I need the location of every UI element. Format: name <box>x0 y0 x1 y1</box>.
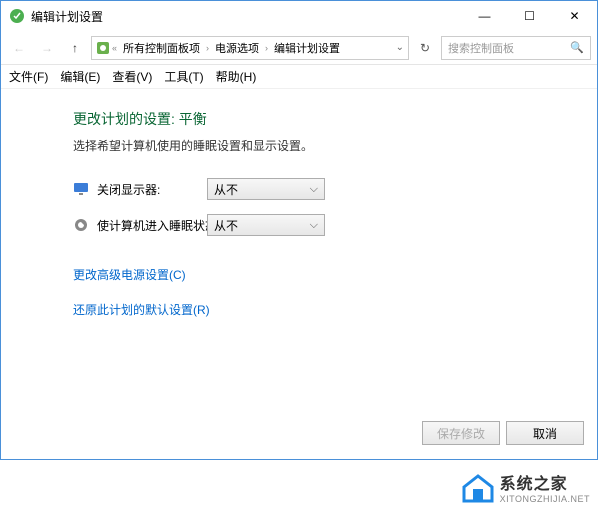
row-sleep: 使计算机进入睡眠状态: 从不 <box>73 214 597 236</box>
monitor-icon <box>73 181 89 197</box>
link-advanced-settings[interactable]: 更改高级电源设置(C) <box>73 266 597 283</box>
refresh-button[interactable]: ↻ <box>413 36 437 60</box>
sleep-select[interactable]: 从不 <box>207 214 325 236</box>
close-button[interactable]: ✕ <box>552 1 597 31</box>
menu-tools[interactable]: 工具(T) <box>164 68 203 85</box>
back-button[interactable]: ← <box>7 36 31 60</box>
menu-view[interactable]: 查看(V) <box>112 68 152 85</box>
search-input[interactable]: 搜索控制面板 🔍 <box>441 36 591 60</box>
watermark-name: 系统之家 <box>500 470 590 494</box>
menubar: 文件(F) 编辑(E) 查看(V) 工具(T) 帮助(H) <box>1 65 597 89</box>
watermark: 系统之家 XITONGZHIJIA.NET <box>460 469 590 505</box>
window-title: 编辑计划设置 <box>31 8 462 25</box>
chevron-right-icon: › <box>265 43 268 53</box>
watermark-icon <box>460 469 496 505</box>
row-display-off: 关闭显示器: 从不 <box>73 178 597 200</box>
button-row: 保存修改 取消 <box>422 421 584 445</box>
display-off-select[interactable]: 从不 <box>207 178 325 200</box>
chevron-right-icon: « <box>112 43 117 53</box>
content: 更改计划的设置: 平衡 选择希望计算机使用的睡眠设置和显示设置。 关闭显示器: … <box>1 89 597 318</box>
chevron-right-icon: › <box>206 43 209 53</box>
watermark-url: XITONGZHIJIA.NET <box>500 494 590 504</box>
save-button[interactable]: 保存修改 <box>422 421 500 445</box>
chevron-down-icon[interactable]: ⌄ <box>396 42 404 53</box>
navbar: ← → ↑ « 所有控制面板项 › 电源选项 › 编辑计划设置 ⌄ ↻ 搜索控制… <box>1 31 597 65</box>
search-icon: 🔍 <box>570 41 584 54</box>
up-button[interactable]: ↑ <box>63 36 87 60</box>
cancel-button[interactable]: 取消 <box>506 421 584 445</box>
sleep-icon <box>73 217 89 233</box>
display-off-label: 关闭显示器: <box>97 181 207 198</box>
search-placeholder: 搜索控制面板 <box>448 40 514 56</box>
link-restore-defaults[interactable]: 还原此计划的默认设置(R) <box>73 301 597 318</box>
forward-button[interactable]: → <box>35 36 59 60</box>
maximize-button[interactable]: ☐ <box>507 1 552 31</box>
breadcrumb-item[interactable]: 编辑计划设置 <box>270 40 344 56</box>
menu-edit[interactable]: 编辑(E) <box>60 68 100 85</box>
control-panel-icon <box>96 41 110 55</box>
page-subtext: 选择希望计算机使用的睡眠设置和显示设置。 <box>73 137 597 154</box>
page-heading: 更改计划的设置: 平衡 <box>73 109 597 129</box>
menu-file[interactable]: 文件(F) <box>9 68 48 85</box>
minimize-button[interactable]: — <box>462 1 507 31</box>
app-icon <box>9 8 25 24</box>
breadcrumb-item[interactable]: 所有控制面板项 <box>119 40 204 56</box>
breadcrumb[interactable]: « 所有控制面板项 › 电源选项 › 编辑计划设置 ⌄ <box>91 36 409 60</box>
menu-help[interactable]: 帮助(H) <box>216 68 257 85</box>
titlebar: 编辑计划设置 — ☐ ✕ <box>1 1 597 31</box>
breadcrumb-item[interactable]: 电源选项 <box>211 40 263 56</box>
